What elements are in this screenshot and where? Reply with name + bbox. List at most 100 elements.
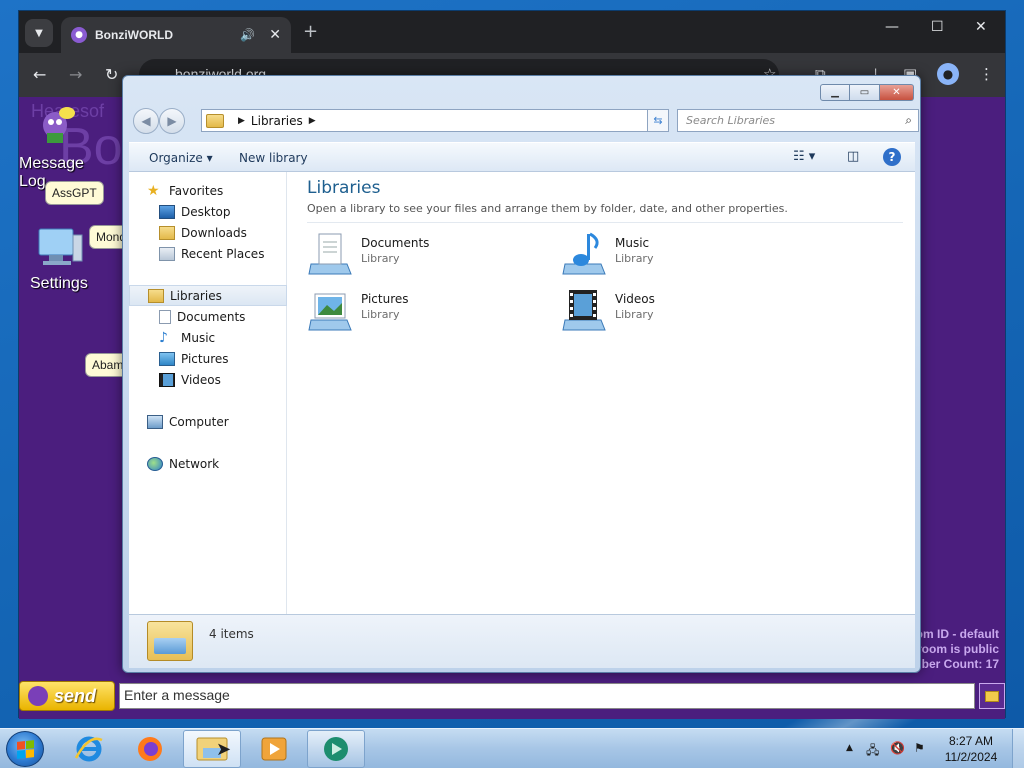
taskbar-internet-explorer[interactable] [60, 730, 118, 768]
back-arrow-icon[interactable]: ◀ [133, 108, 159, 134]
chat-log-icon[interactable] [979, 683, 1005, 709]
explorer-maximize-button[interactable]: ▭ [850, 84, 880, 101]
breadcrumb-arrow-icon[interactable]: ▶ [309, 116, 316, 126]
profile-avatar-icon[interactable]: ● [937, 63, 959, 85]
header-divider [307, 222, 903, 223]
nav-libraries[interactable]: Libraries [129, 285, 287, 306]
library-kind: Library [361, 252, 400, 265]
back-icon[interactable]: ← [33, 65, 46, 84]
bonzi-message-log-icon[interactable] [37, 105, 77, 145]
film-icon [159, 372, 175, 387]
reload-icon[interactable]: ↻ [105, 65, 118, 84]
network-tray-icon[interactable]: 🖧 [866, 741, 879, 762]
volume-muted-icon[interactable]: 🔇 [890, 741, 905, 755]
new-library-button[interactable]: New library [239, 151, 308, 165]
library-music[interactable]: Music Library [561, 230, 791, 276]
tab-bonziworld[interactable]: ● BonziWORLD 🔊 ✕ [61, 17, 291, 53]
navigation-pane: ★ Favorites Desktop Downloads Recent Pla… [129, 172, 287, 614]
close-window-icon[interactable]: ✕ [975, 19, 987, 35]
content-pane: Libraries Open a library to see your fil… [289, 172, 915, 614]
send-button[interactable]: send [19, 681, 115, 711]
taskbar-media-player[interactable] [245, 730, 303, 768]
library-pictures[interactable]: Pictures Library [307, 286, 537, 332]
nav-favorites[interactable]: ★ Favorites [129, 180, 287, 201]
desktop-icon [159, 204, 175, 219]
new-tab-button[interactable]: + [303, 21, 318, 42]
help-icon[interactable]: ? [883, 148, 901, 166]
tab-search-button[interactable]: ▼ [25, 19, 53, 47]
app-icon [324, 737, 348, 761]
menu-kebab-icon[interactable]: ⋮ [979, 65, 994, 83]
details-pane: 4 items [129, 614, 915, 668]
breadcrumb-arrow-icon[interactable]: ▶ [238, 116, 245, 126]
library-kind: Library [615, 308, 654, 321]
libraries-folder-icon [206, 113, 224, 128]
search-libraries-input[interactable]: Search Libraries ⌕ [677, 109, 919, 132]
organize-button[interactable]: Organize ▾ [149, 151, 213, 165]
clock-time: 8:27 AM [948, 734, 994, 748]
system-clock[interactable]: 8:27 AM 11/2/2024 [936, 733, 1006, 765]
library-name: Videos [615, 292, 655, 306]
command-bar: Organize ▾ New library ☷ ▾ ◫ ? [129, 142, 915, 172]
taskbar-chrome-app[interactable] [307, 730, 365, 768]
search-placeholder: Search Libraries [686, 114, 776, 127]
taskbar-windows-explorer[interactable]: ➤ [183, 730, 241, 768]
nav-downloads[interactable]: Downloads [129, 222, 287, 243]
library-videos[interactable]: Videos Library [561, 286, 791, 332]
internet-explorer-icon [74, 736, 103, 762]
forward-icon[interactable]: → [69, 65, 82, 84]
nav-documents[interactable]: Documents [129, 306, 287, 327]
speaker-icon[interactable]: 🔊 [240, 28, 255, 42]
forward-arrow-icon[interactable]: ▶ [159, 108, 185, 134]
start-button[interactable] [6, 731, 44, 767]
explorer-panes: ★ Favorites Desktop Downloads Recent Pla… [129, 172, 915, 614]
clock-date: 11/2/2024 [944, 750, 998, 764]
settings-computer-icon[interactable] [35, 225, 85, 271]
tab-strip: ▼ ● BonziWORLD 🔊 ✕ + — ☐ ✕ [19, 11, 1005, 53]
media-player-icon [261, 737, 287, 761]
caption-buttons: ▁ ▭ ✕ [820, 84, 914, 101]
computer-icon [147, 414, 163, 429]
library-name: Music [615, 236, 650, 250]
send-label: send [54, 685, 97, 706]
recent-places-icon [159, 246, 175, 261]
nav-pictures[interactable]: Pictures [129, 348, 287, 369]
library-documents[interactable]: Documents Library [307, 230, 537, 276]
nav-music[interactable]: ♪ Music [129, 327, 287, 348]
close-tab-icon[interactable]: ✕ [269, 27, 281, 43]
address-row: ◀ ▶ ▶ Libraries ▶ ▼ ⇆ Search Libraries ⌕ [131, 108, 919, 134]
refresh-icon[interactable]: ⇆ [647, 109, 669, 132]
show-hidden-icons[interactable]: ▲ [846, 743, 853, 753]
chat-bar: send Enter a message [19, 677, 1005, 719]
show-desktop-button[interactable] [1012, 729, 1024, 768]
nav-computer[interactable]: Computer [129, 411, 287, 432]
action-center-flag-icon[interactable]: ⚑ [914, 741, 925, 755]
library-kind: Library [615, 252, 654, 265]
nav-network[interactable]: Network [129, 453, 287, 474]
page-title: Libraries [307, 178, 381, 198]
explorer-close-button[interactable]: ✕ [880, 84, 914, 101]
explorer-minimize-button[interactable]: ▁ [820, 84, 850, 101]
speech-bubble-1: AssGPT [45, 181, 104, 205]
library-name: Documents [361, 236, 430, 250]
firefox-icon [138, 737, 162, 761]
nav-desktop[interactable]: Desktop [129, 201, 287, 222]
nav-videos[interactable]: Videos [129, 369, 287, 390]
nav-recent-places[interactable]: Recent Places [129, 243, 287, 264]
breadcrumb-libraries[interactable]: Libraries [251, 114, 303, 128]
settings-label[interactable]: Settings [30, 275, 88, 293]
taskbar-firefox[interactable] [121, 730, 179, 768]
search-icon[interactable]: ⌕ [905, 113, 912, 128]
maximize-icon[interactable]: ☐ [931, 19, 944, 35]
bonzi-favicon-icon: ● [71, 27, 87, 43]
taskbar: ➤ ▲ 🖧 🔇 ⚑ 8:27 AM 11/2/2024 [0, 728, 1024, 768]
documents-icon [159, 309, 171, 324]
item-count: 4 items [209, 627, 254, 641]
minimize-icon[interactable]: — [885, 19, 899, 35]
message-input[interactable]: Enter a message [119, 683, 975, 709]
explorer-address-bar[interactable]: ▶ Libraries ▶ ▼ [201, 109, 667, 132]
tab-title: BonziWORLD [95, 28, 173, 42]
videos-library-icon [562, 290, 606, 331]
change-view-icon[interactable]: ☷ ▾ [793, 149, 815, 164]
preview-pane-icon[interactable]: ◫ [847, 149, 859, 164]
